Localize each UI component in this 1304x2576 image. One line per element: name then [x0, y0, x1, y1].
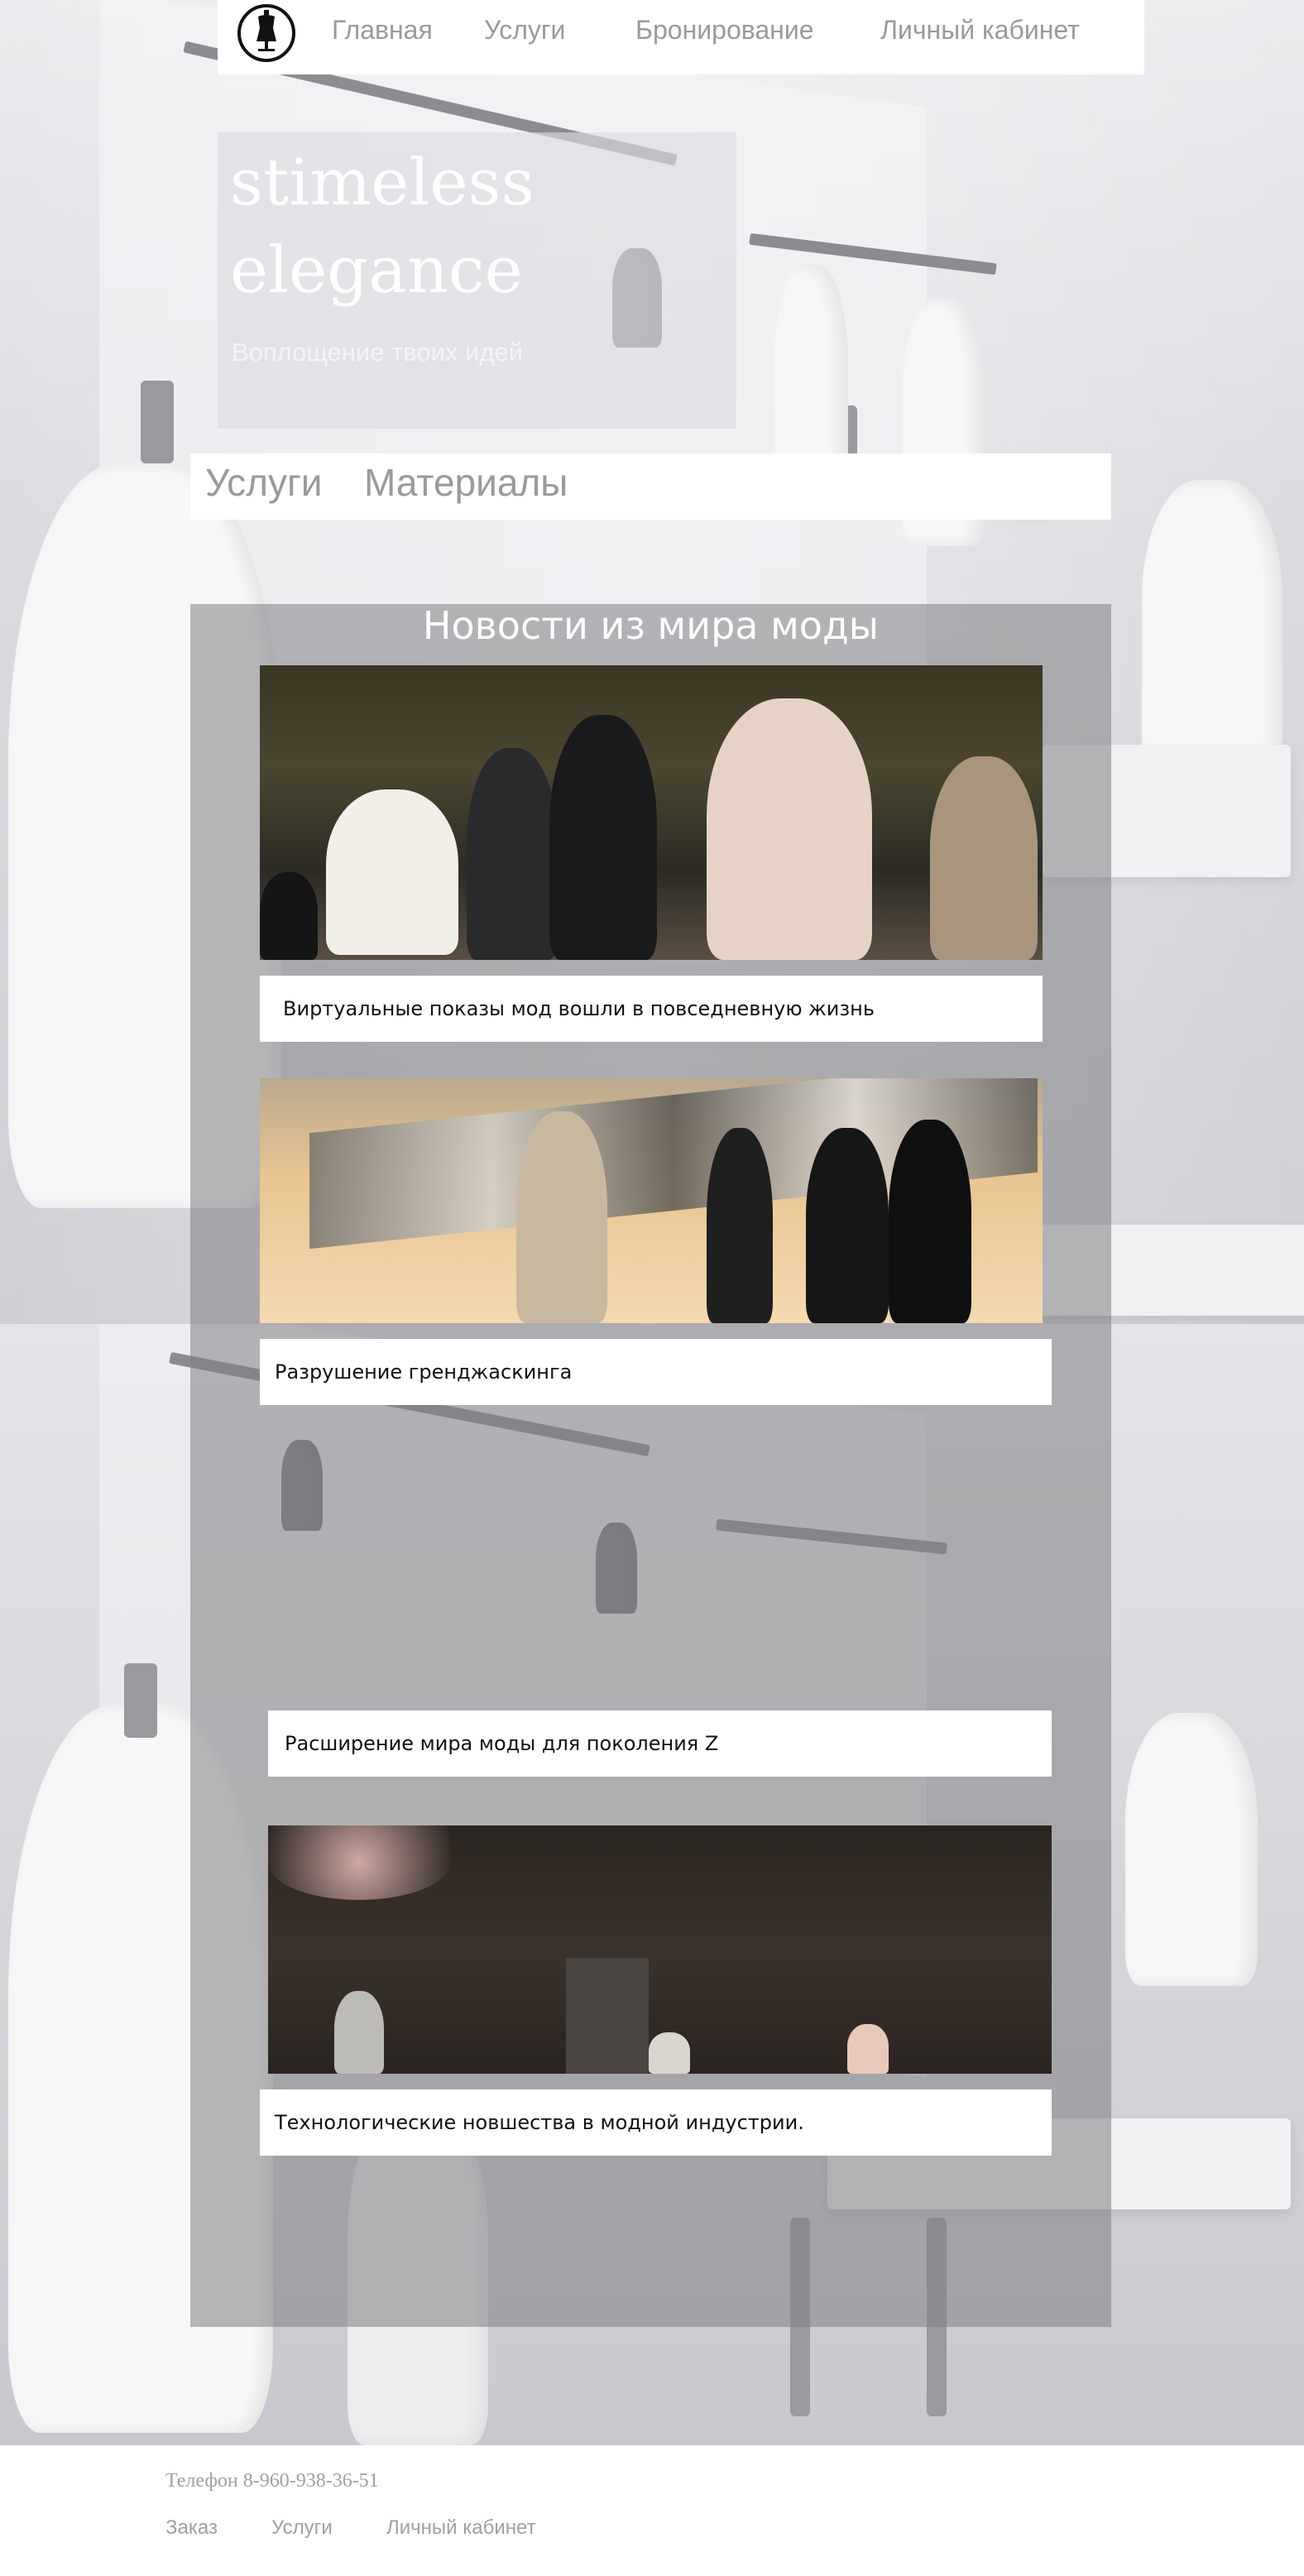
hero-block: stimeless elegance Воплощение твоих идей [218, 132, 736, 429]
news-image-museum-hall[interactable] [268, 1825, 1052, 2074]
news-panel: Новости из мира моды Виртуальные показы … [190, 604, 1111, 2327]
logo[interactable] [237, 4, 295, 62]
news-caption-4[interactable]: Технологические новшества в модной индус… [260, 2089, 1052, 2156]
tab-services[interactable]: Услуги [205, 460, 322, 505]
dress-form-icon [248, 10, 285, 56]
footer-order-link[interactable]: Заказ [165, 2516, 218, 2540]
footer-phone: Телефон 8-960-938-36-51 [165, 2470, 379, 2492]
nav-booking-link[interactable]: Бронирование [635, 15, 814, 46]
news-caption-3[interactable]: Расширение мира моды для поколения Z [268, 1710, 1052, 1777]
nav-home-link[interactable]: Главная [332, 15, 433, 46]
news-caption-2[interactable]: Разрушение гренджаскинга [260, 1339, 1052, 1405]
news-title: Новости из мира моды [422, 603, 880, 648]
news-image-window-display[interactable] [260, 1078, 1043, 1323]
footer: Телефон 8-960-938-36-51 Заказ Услуги Лич… [0, 2445, 1304, 2576]
hero-subtitle: Воплощение твоих идей [232, 338, 524, 367]
footer-services-link[interactable]: Услуги [271, 2516, 333, 2540]
footer-account-link[interactable]: Личный кабинет [386, 2516, 536, 2540]
tab-materials[interactable]: Материалы [364, 460, 568, 505]
news-image-fashion-exhibition[interactable] [260, 665, 1043, 960]
hero-title: stimeless elegance [230, 146, 535, 308]
news-caption-1[interactable]: Виртуальные показы мод вошли в повседнев… [260, 976, 1043, 1042]
nav-account-link[interactable]: Личный кабинет [880, 15, 1080, 46]
section-tabs: Услуги Материалы [190, 453, 1111, 520]
nav-services-link[interactable]: Услуги [484, 15, 565, 46]
top-nav: Главная Услуги Бронирование Личный кабин… [218, 0, 1144, 74]
